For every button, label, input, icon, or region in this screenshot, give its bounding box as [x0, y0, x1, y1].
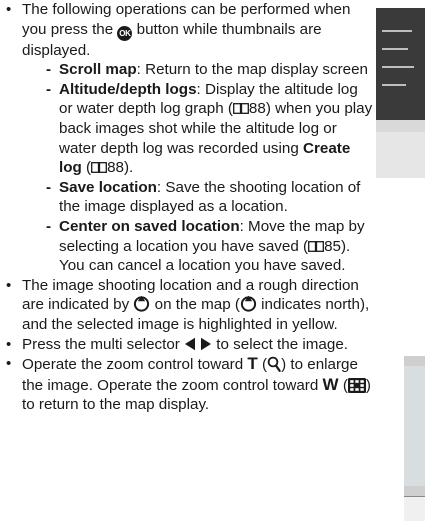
thumbnail-icon	[347, 377, 366, 393]
sub-list: Scroll map: Return to the map display sc…	[22, 60, 375, 276]
bullet-text: (	[257, 356, 268, 374]
ok-button-icon: OK	[117, 25, 133, 41]
instruction-text: The following operations can be performe…	[0, 0, 375, 415]
menu-line	[382, 30, 412, 32]
sub-item-center-on-saved-location: Center on saved location: Move the map b…	[22, 217, 375, 276]
bullet-operations: The following operations can be performe…	[0, 0, 375, 276]
sub-desc: 88).	[107, 159, 134, 177]
menu-line	[382, 66, 414, 68]
bullet-text: on the map (	[150, 296, 240, 314]
reference-book-icon	[232, 103, 249, 115]
screen-status-strip	[404, 496, 425, 521]
multi-selector-arrows-icon	[185, 337, 212, 350]
tele-label: T	[247, 354, 258, 374]
screen-status-strip	[376, 120, 425, 132]
sub-item-scroll-map: Scroll map: Return to the map display sc…	[22, 60, 375, 80]
sub-desc: : Return to the map display screen	[136, 61, 368, 79]
playback-zoom-icon	[267, 356, 281, 372]
sub-term: Altitude/depth logs	[59, 80, 197, 98]
bullet-text: to select the image.	[212, 335, 348, 353]
bullet-text: Press the multi selector	[22, 335, 185, 353]
menu-line	[382, 84, 406, 86]
screen-map-area	[404, 366, 425, 486]
menu-line	[382, 48, 408, 50]
bullet-text: button while	[136, 20, 218, 38]
bullet-text: (	[338, 376, 348, 394]
sub-term: Save location	[59, 178, 157, 196]
bullet-text: Operate the zoom control toward	[22, 356, 248, 374]
wide-label: W	[322, 374, 339, 394]
direction-indicator-icon	[240, 296, 257, 312]
screen-map-area	[376, 132, 425, 178]
sub-item-save-location: Save location: Save the shooting locatio…	[22, 178, 375, 217]
bullet-multi-selector: Press the multi selector to select the i…	[0, 335, 375, 355]
camera-map-thumbnail	[404, 356, 425, 521]
bullet-zoom-control: Operate the zoom control toward T () to …	[0, 354, 375, 415]
reference-book-icon	[91, 162, 108, 174]
sub-term: Center on saved location	[59, 217, 240, 235]
camera-screen-thumbnail	[376, 8, 425, 178]
bullet-text: The following operations can be performe…	[22, 1, 310, 18]
reference-book-icon	[308, 240, 325, 252]
sub-term: Scroll map	[59, 61, 137, 79]
sub-item-altitude-depth-logs: Altitude/depth logs: Display the altitud…	[22, 80, 375, 178]
direction-indicator-icon	[134, 296, 150, 312]
bullet-shooting-location: The image shooting location and a rough …	[0, 276, 375, 335]
sub-desc: (	[81, 159, 92, 177]
